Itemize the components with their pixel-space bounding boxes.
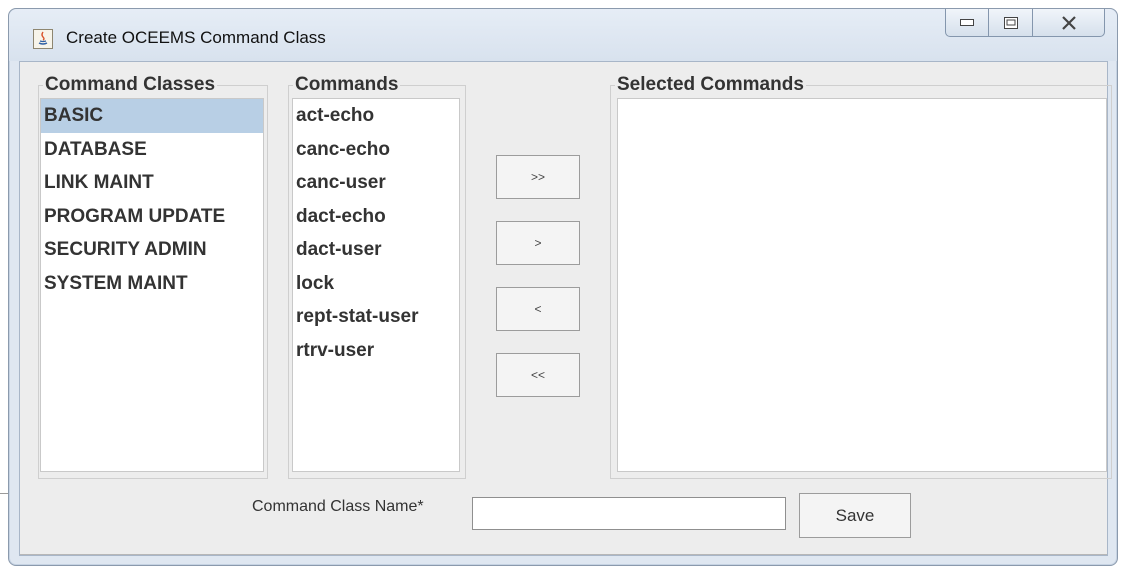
list-item-link-maint[interactable]: LINK MAINT: [41, 166, 263, 200]
remove-all-button[interactable]: <<: [496, 353, 580, 397]
window-title: Create OCEEMS Command Class: [66, 28, 326, 47]
list-item-rtrv-user[interactable]: rtrv-user: [293, 334, 459, 368]
list-item-database[interactable]: DATABASE: [41, 133, 263, 167]
maximize-icon: [1003, 16, 1018, 29]
list-item-basic[interactable]: BASIC: [41, 99, 263, 133]
commands-legend: Commands: [295, 74, 399, 95]
minimize-button[interactable]: [945, 9, 989, 37]
list-item-lock[interactable]: lock: [293, 267, 459, 301]
save-button[interactable]: Save: [799, 493, 911, 538]
minimize-icon: [960, 18, 974, 26]
list-item-canc-user[interactable]: canc-user: [293, 166, 459, 200]
list-item-rept-stat-user[interactable]: rept-stat-user: [293, 300, 459, 334]
selected-commands-list[interactable]: [617, 98, 1107, 472]
list-item-act-echo[interactable]: act-echo: [293, 99, 459, 133]
dialog-window: Create OCEEMS Command Class Command Clas…: [8, 8, 1118, 566]
command-class-name-label: Command Class Name*: [252, 498, 424, 515]
command-class-name-input[interactable]: [472, 497, 786, 530]
list-item-system-maint[interactable]: SYSTEM MAINT: [41, 267, 263, 301]
java-app-icon: [33, 29, 53, 49]
window-controls: [945, 9, 1105, 37]
list-item-program-update[interactable]: PROGRAM UPDATE: [41, 200, 263, 234]
selected-commands-legend: Selected Commands: [617, 74, 804, 95]
command-classes-legend: Command Classes: [45, 74, 216, 95]
add-button[interactable]: >: [496, 221, 580, 265]
remove-button[interactable]: <: [496, 287, 580, 331]
list-item-security-admin[interactable]: SECURITY ADMIN: [41, 233, 263, 267]
list-item-dact-echo[interactable]: dact-echo: [293, 200, 459, 234]
close-button[interactable]: [1033, 9, 1105, 37]
list-item-canc-echo[interactable]: canc-echo: [293, 133, 459, 167]
command-classes-list[interactable]: BASIC DATABASE LINK MAINT PROGRAM UPDATE…: [40, 98, 264, 472]
close-icon: [1061, 15, 1076, 30]
add-all-button[interactable]: >>: [496, 155, 580, 199]
commands-list[interactable]: act-echo canc-echo canc-user dact-echo d…: [292, 98, 460, 472]
maximize-button[interactable]: [989, 9, 1033, 37]
bottom-border: [20, 554, 1107, 555]
list-item-dact-user[interactable]: dact-user: [293, 233, 459, 267]
title-bar[interactable]: Create OCEEMS Command Class: [9, 9, 1117, 61]
dialog-content: Command Classes BASIC DATABASE LINK MAIN…: [19, 61, 1112, 556]
